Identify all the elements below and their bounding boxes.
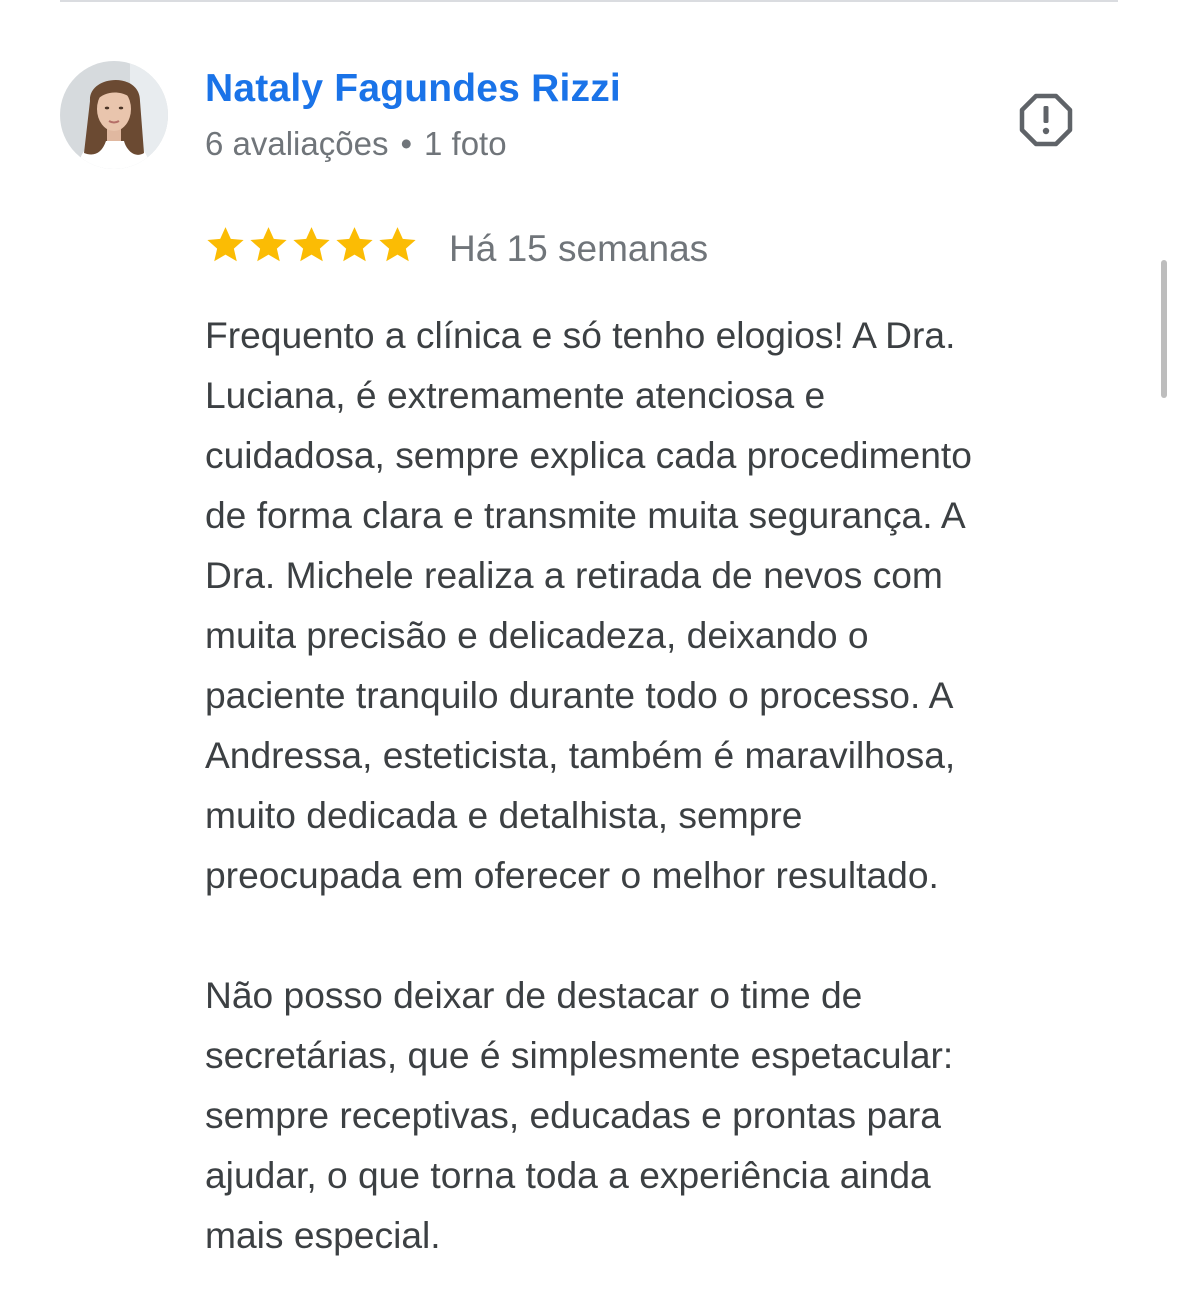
review-paragraph: Não posso deixar de destacar o time de s… [205,974,954,1256]
meta-separator: • [400,125,413,162]
octagon-exclamation-icon [1019,93,1073,147]
avatar-photo [60,61,168,169]
top-divider [60,0,1118,2]
review-paragraph: Frequento a clínica e só tenho elogios! … [205,314,972,896]
avatar[interactable] [60,61,168,169]
reviewer-review-count: 6 avaliações [205,125,389,162]
scrollbar[interactable] [1161,260,1167,398]
review-text: Frequento a clínica e só tenho elogios! … [205,305,1110,1265]
reviewer-meta[interactable]: 6 avaliações • 1 foto [205,124,507,164]
star-rating [205,224,418,268]
reviewer-photo-count: 1 foto [424,125,507,162]
review-date: Há 15 semanas [449,228,709,269]
star-icon [250,227,287,262]
reviewer-name[interactable]: Nataly Fagundes Rizzi [205,66,621,112]
star-icon [293,227,330,262]
star-icon [207,227,244,262]
report-icon[interactable] [1018,92,1074,148]
star-icon [379,227,416,262]
star-icon [336,227,373,262]
